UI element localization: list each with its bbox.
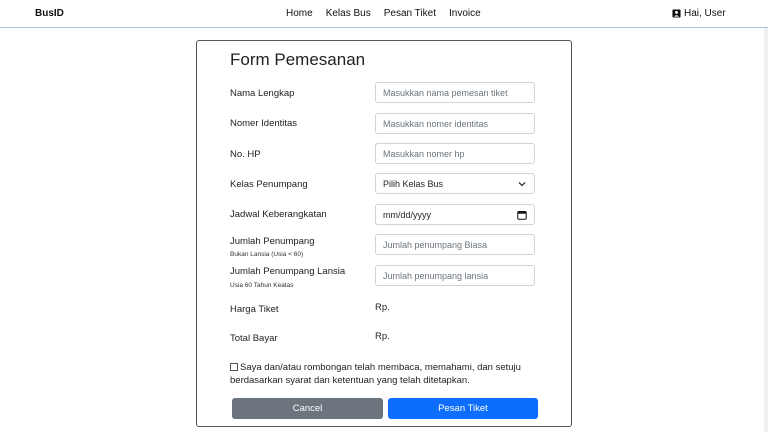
nav-links: Home Kelas Bus Pesan Tiket Invoice <box>286 8 481 19</box>
label-lansia: Jumlah Penumpang Lansia <box>230 266 346 277</box>
nav-invoice[interactable]: Invoice <box>449 8 481 19</box>
terms-checkbox[interactable] <box>230 363 238 371</box>
user-greeting: Hai, User <box>684 8 726 19</box>
sublabel-penumpang: Bukan Lansia (Usia < 60) <box>230 251 304 258</box>
form-title: Form Pemesanan <box>230 50 366 69</box>
cancel-button[interactable]: Cancel <box>232 398 383 419</box>
label-kelas: Kelas Penumpang <box>230 179 308 190</box>
harga-value: Rp. <box>375 302 390 313</box>
nav-home[interactable]: Home <box>286 8 313 19</box>
user-menu[interactable]: Hai, User <box>672 8 726 19</box>
nama-input[interactable]: Masukkan nama pemesan tiket <box>375 82 535 103</box>
chevron-down-icon <box>518 182 526 187</box>
nav-pesan-tiket[interactable]: Pesan Tiket <box>384 8 436 19</box>
sublabel-lansia: Usia 60 Tahun Keatas <box>230 282 294 289</box>
penumpang-input[interactable]: Jumlah penumpang Biasa <box>375 234 535 255</box>
label-harga: Harga Tiket <box>230 304 279 315</box>
nav-kelas-bus[interactable]: Kelas Bus <box>326 8 371 19</box>
navbar: BusID Home Kelas Bus Pesan Tiket Invoice… <box>0 0 768 28</box>
label-identitas: Nomer Identitas <box>230 118 298 129</box>
kelas-select[interactable]: Pilih Kelas Bus <box>375 173 535 194</box>
user-card-icon <box>672 9 681 18</box>
label-hp: No. HP <box>230 149 261 160</box>
kelas-select-value: Pilih Kelas Bus <box>383 178 444 189</box>
calendar-icon[interactable] <box>517 210 527 220</box>
lansia-input[interactable]: Jumlah penumpang lansia <box>375 265 535 286</box>
pesan-tiket-button[interactable]: Pesan Tiket <box>388 398 538 419</box>
page-scrollbar[interactable] <box>764 28 768 432</box>
identitas-input[interactable]: Masukkan nomer identitas <box>375 113 535 134</box>
label-penumpang: Jumlah Penumpang <box>230 236 315 247</box>
total-value: Rp. <box>375 331 390 342</box>
terms-text: Saya dan/atau rombongan telah membaca, m… <box>230 362 521 386</box>
label-nama: Nama Lengkap <box>230 88 295 99</box>
label-jadwal: Jadwal Keberangkatan <box>230 209 327 220</box>
jadwal-date-value: mm/dd/yyyy <box>383 209 432 220</box>
hp-input[interactable]: Masukkan nomer hp <box>375 143 535 164</box>
brand-logo[interactable]: BusID <box>35 8 64 19</box>
terms-agreement: Saya dan/atau rombongan telah membaca, m… <box>230 361 530 387</box>
jadwal-date-input[interactable]: mm/dd/yyyy <box>375 204 535 225</box>
label-total: Total Bayar <box>230 333 278 344</box>
